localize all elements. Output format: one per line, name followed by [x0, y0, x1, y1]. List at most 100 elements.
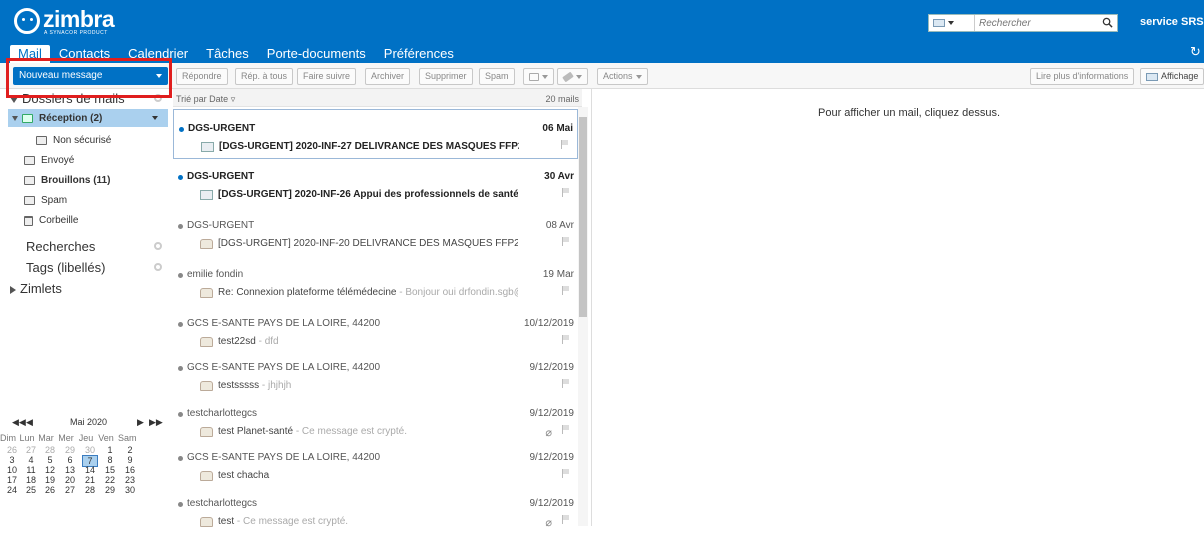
- prev-month-button[interactable]: ◀: [26, 417, 33, 428]
- calendar-day[interactable]: 13: [62, 465, 78, 475]
- calendar-day[interactable]: 29: [102, 485, 118, 495]
- print-button[interactable]: [523, 68, 554, 85]
- calendar-day[interactable]: 23: [122, 475, 138, 485]
- calendar-day[interactable]: 29: [62, 445, 78, 455]
- next-month-button[interactable]: ▶: [137, 417, 144, 428]
- search-input[interactable]: [979, 17, 1099, 29]
- calendar-day[interactable]: 11: [23, 465, 39, 475]
- calendar-day[interactable]: 16: [122, 465, 138, 475]
- sort-by-date[interactable]: Trié par Date ▿: [176, 94, 235, 105]
- folder-sent[interactable]: Envoyé: [24, 155, 74, 166]
- calendar-day[interactable]: 20: [62, 475, 78, 485]
- folder-icon: [36, 136, 47, 145]
- folder-trash[interactable]: Corbeille: [24, 215, 78, 226]
- message-row[interactable]: DGS-URGENT 30 Avr [DGS-URGENT] 2020-INF-26…: [173, 158, 578, 208]
- calendar-day[interactable]: 12: [42, 465, 58, 475]
- calendar-day[interactable]: 17: [4, 475, 20, 485]
- scrollbar-thumb[interactable]: [579, 117, 587, 317]
- reply-button[interactable]: Répondre: [176, 68, 228, 85]
- calendar-day[interactable]: 27: [23, 445, 39, 455]
- tab-briefcase[interactable]: Porte-documents: [258, 45, 375, 63]
- tags-header[interactable]: Tags (libellés): [26, 260, 105, 275]
- calendar-day[interactable]: 10: [4, 465, 20, 475]
- calendar-day[interactable]: 24: [4, 485, 20, 495]
- folder-spam[interactable]: Spam: [24, 195, 67, 206]
- message-row[interactable]: testcharlottegcs 9/12/2019 test - Ce messa…: [173, 485, 578, 535]
- archive-button[interactable]: Archiver: [365, 68, 411, 85]
- next-year-button[interactable]: ▶▶: [149, 417, 163, 428]
- read-more-button[interactable]: Lire plus d'informations: [1030, 68, 1135, 85]
- mail-folders-header[interactable]: Dossiers de mails: [10, 91, 125, 106]
- message-row[interactable]: testcharlottegcs 9/12/2019 test Planet-san…: [173, 395, 578, 445]
- flag-icon[interactable]: [562, 379, 570, 388]
- calendar-day[interactable]: 30: [82, 445, 98, 455]
- delete-button[interactable]: Supprimer: [419, 68, 473, 85]
- flag-icon[interactable]: [562, 515, 570, 524]
- calendar-day[interactable]: 8: [102, 455, 118, 465]
- refresh-icon[interactable]: ↻: [1190, 44, 1201, 60]
- folder-drafts[interactable]: Brouillons (11): [24, 175, 110, 186]
- chevron-down-icon[interactable]: [152, 116, 158, 120]
- search-icon[interactable]: [1102, 17, 1113, 28]
- calendar-day[interactable]: 15: [102, 465, 118, 475]
- tab-mail[interactable]: Mail: [10, 45, 50, 63]
- tab-tasks[interactable]: Tâches: [197, 45, 258, 63]
- calendar-day[interactable]: 25: [23, 485, 39, 495]
- user-menu[interactable]: service SRSE ▾: [1140, 16, 1204, 28]
- new-message-button[interactable]: Nouveau message: [13, 67, 168, 85]
- message-row[interactable]: emilie fondin 19 Mar Re: Connexion platefo…: [173, 256, 578, 306]
- actions-button[interactable]: Actions: [597, 68, 648, 85]
- flag-icon[interactable]: [562, 237, 570, 246]
- search-type-dropdown[interactable]: [929, 15, 975, 31]
- calendar-day[interactable]: 27: [62, 485, 78, 495]
- tab-contacts[interactable]: Contacts: [50, 45, 119, 63]
- calendar-day[interactable]: 21: [82, 475, 98, 485]
- calendar-day[interactable]: 14: [82, 465, 98, 475]
- flag-icon[interactable]: [561, 140, 569, 149]
- message-row[interactable]: DGS-URGENT 08 Avr [DGS-URGENT] 2020-INF-20…: [173, 207, 578, 257]
- calendar-day[interactable]: 4: [23, 455, 39, 465]
- view-button[interactable]: Affichage: [1140, 68, 1204, 85]
- gear-icon[interactable]: [154, 263, 162, 271]
- flag-icon[interactable]: [562, 335, 570, 344]
- message-row[interactable]: GCS E-SANTE PAYS DE LA LOIRE, 44200 9/12/…: [173, 349, 578, 399]
- calendar-day[interactable]: 2: [122, 445, 138, 455]
- calendar-day[interactable]: 26: [4, 445, 20, 455]
- message-row[interactable]: GCS E-SANTE PAYS DE LA LOIRE, 44200 9/12/…: [173, 439, 578, 489]
- calendar-day[interactable]: 5: [42, 455, 58, 465]
- forward-button[interactable]: Faire suivre: [297, 68, 357, 85]
- calendar-day[interactable]: 3: [4, 455, 20, 465]
- calendar-day[interactable]: 6: [62, 455, 78, 465]
- chevron-down-icon[interactable]: [156, 74, 162, 78]
- prev-year-button[interactable]: ◀◀: [12, 417, 26, 428]
- zimlets-header[interactable]: Zimlets: [10, 281, 62, 296]
- folder-unsecured[interactable]: Non sécurisé: [36, 135, 111, 146]
- flag-icon[interactable]: [562, 188, 570, 197]
- calendar-day[interactable]: 28: [82, 485, 98, 495]
- calendar-day[interactable]: 22: [102, 475, 118, 485]
- gear-icon[interactable]: [154, 94, 162, 102]
- calendar-day[interactable]: 26: [42, 485, 58, 495]
- calendar-day[interactable]: 19: [42, 475, 58, 485]
- searches-header[interactable]: Recherches: [26, 239, 95, 254]
- calendar-day[interactable]: 28: [42, 445, 58, 455]
- zimbra-logo[interactable]: zimbra A SYNACOR PRODUCT: [14, 8, 115, 36]
- calendar-day[interactable]: 18: [23, 475, 39, 485]
- flag-icon[interactable]: [562, 469, 570, 478]
- calendar-day[interactable]: 9: [122, 455, 138, 465]
- calendar-day[interactable]: 1: [102, 445, 118, 455]
- reply-all-button[interactable]: Rép. à tous: [235, 68, 294, 85]
- scrollbar[interactable]: [578, 107, 588, 526]
- spam-button[interactable]: Spam: [479, 68, 515, 85]
- tag-button[interactable]: [557, 68, 588, 85]
- calendar-day[interactable]: 30: [122, 485, 138, 495]
- flag-icon[interactable]: [562, 286, 570, 295]
- flag-icon[interactable]: [562, 425, 570, 434]
- sent-icon: [24, 156, 35, 165]
- tab-preferences[interactable]: Préférences: [375, 45, 463, 63]
- message-row[interactable]: GCS E-SANTE PAYS DE LA LOIRE, 44200 10/12…: [173, 305, 578, 355]
- gear-icon[interactable]: [154, 242, 162, 250]
- folder-inbox-label-row[interactable]: Réception (2): [12, 113, 102, 124]
- tab-calendar[interactable]: Calendrier: [119, 45, 197, 63]
- message-row[interactable]: DGS-URGENT 06 Mai [DGS-URGENT] 2020-INF-27…: [173, 109, 578, 159]
